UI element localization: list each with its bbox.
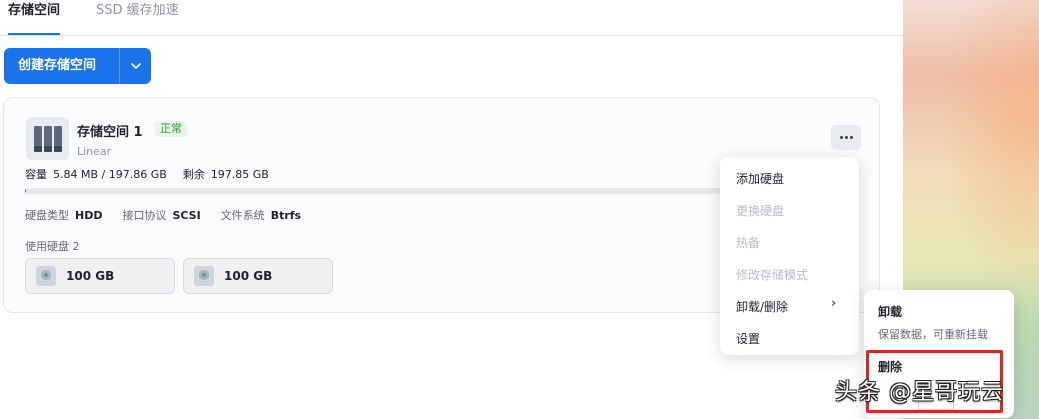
more-dots-icon bbox=[849, 136, 853, 139]
remaining-label: 剩余 bbox=[182, 168, 205, 181]
tab-storage-space[interactable]: 存储空间 bbox=[8, 2, 61, 35]
pool-raid-type: Linear bbox=[77, 145, 112, 158]
pool-info-line: 硬盘类型 HDD 接口协议 SCSI 文件系统 Btrfs bbox=[25, 207, 301, 223]
menu-item-hot-spare[interactable]: 热备 bbox=[736, 234, 760, 251]
more-dots-icon bbox=[844, 136, 848, 139]
chevron-right-icon: › bbox=[831, 296, 837, 311]
create-button-group: 创建存储空间 bbox=[4, 48, 151, 84]
watermark: 头条 @星哥玩云 bbox=[835, 380, 1004, 405]
capacity-progress-fill bbox=[25, 188, 26, 194]
capacity-value: 5.84 MB / 197.86 GB bbox=[53, 168, 167, 181]
disk-item[interactable]: 100 GB bbox=[183, 258, 333, 294]
menu-item-settings[interactable]: 设置 bbox=[736, 330, 760, 347]
more-actions-button[interactable] bbox=[831, 125, 861, 150]
create-options-dropdown[interactable] bbox=[119, 48, 151, 84]
pool-name: 存储空间 1 bbox=[77, 125, 143, 140]
more-dots-icon bbox=[839, 136, 843, 139]
submenu-unmount-description: 保留数据，可重新挂载 bbox=[878, 328, 988, 341]
disk-size: 100 GB bbox=[66, 269, 115, 283]
disk-size: 100 GB bbox=[224, 269, 273, 283]
chevron-down-icon bbox=[130, 63, 141, 69]
pool-actions-menu: 添加硬盘 更换硬盘 热备 修改存储模式 卸载/删除 › 设置 bbox=[720, 157, 859, 355]
menu-item-change-mode[interactable]: 修改存储模式 bbox=[736, 266, 808, 283]
capacity-progress-bar bbox=[25, 188, 725, 194]
submenu-item-unmount[interactable]: 卸载 bbox=[878, 303, 902, 320]
used-disks-label: 使用硬盘 2 bbox=[25, 240, 80, 253]
tab-ssd-cache-label: SSD 缓存加速 bbox=[96, 3, 179, 18]
disk-item[interactable]: 100 GB bbox=[25, 258, 175, 294]
hard-disk-icon bbox=[194, 266, 214, 286]
menu-item-add-disk[interactable]: 添加硬盘 bbox=[736, 170, 784, 187]
filesystem-value: Btrfs bbox=[270, 209, 302, 222]
menu-item-replace-disk[interactable]: 更换硬盘 bbox=[736, 202, 784, 219]
hard-disk-icon bbox=[36, 266, 56, 286]
tab-ssd-cache[interactable]: SSD 缓存加速 bbox=[96, 2, 179, 20]
tab-storage-space-label: 存储空间 bbox=[8, 3, 61, 18]
status-badge: 正常 bbox=[155, 121, 187, 137]
create-storage-button[interactable]: 创建存储空间 bbox=[4, 48, 119, 84]
filesystem-label: 文件系统 bbox=[220, 209, 265, 222]
capacity-line: 容量 5.84 MB / 197.86 GB 剩余 197.85 GB bbox=[25, 166, 269, 182]
menu-item-unmount-delete[interactable]: 卸载/删除 bbox=[736, 298, 788, 315]
interface-label: 接口协议 bbox=[122, 209, 167, 222]
capacity-label: 容量 bbox=[25, 168, 47, 181]
disk-type-value: HDD bbox=[75, 209, 103, 222]
active-tab-indicator bbox=[8, 33, 61, 35]
storage-pool-icon bbox=[26, 117, 69, 160]
tab-bar: 存储空间 SSD 缓存加速 bbox=[0, 0, 903, 36]
remaining-value: 197.85 GB bbox=[210, 168, 269, 181]
interface-value: SCSI bbox=[172, 209, 201, 222]
disk-type-label: 硬盘类型 bbox=[25, 209, 69, 222]
